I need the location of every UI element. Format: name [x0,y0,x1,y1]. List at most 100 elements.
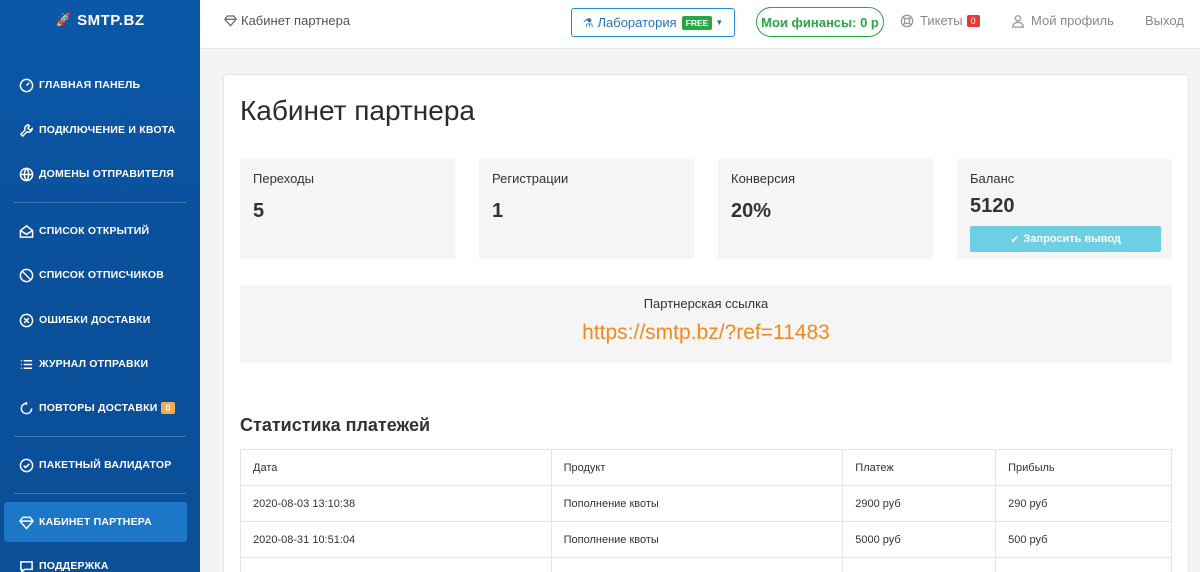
cell-payment: 5000 руб [842,521,997,558]
diamond-icon [18,514,34,530]
lifebuoy-icon [900,14,914,27]
chat-icon [18,558,34,572]
stat-value: 5120 [970,195,1015,217]
flask-icon: ⚗ [582,15,594,30]
sidebar-item-label: Список открытий [39,225,150,237]
retries-badge: 0 [161,402,175,414]
column-header-product: Продукт [550,449,844,486]
gauge-icon [18,77,34,93]
cell-product [550,557,844,572]
profile-link[interactable]: Мой профиль [1011,13,1114,28]
table-row [240,557,1172,572]
refresh-icon [18,400,34,416]
sidebar-item-label: Ошибки доставки [39,314,151,326]
payments-table: Дата Продукт Платеж Прибыль 2020-08-03 1… [240,449,1172,572]
list-icon [18,356,34,372]
x-circle-icon [18,312,34,328]
laboratory-button[interactable]: ⚗ Лаборатория FREE ▼ [571,8,735,37]
sidebar-item-log[interactable]: Журнал отправки [4,344,187,384]
table-header-row: Дата Продукт Платеж Прибыль [240,449,1172,486]
stat-label: Конверсия [731,171,796,186]
column-header-payment: Платеж [842,449,997,486]
rocket-icon: 🚀 [55,12,73,27]
stat-value: 1 [492,200,504,222]
stat-label: Баланс [970,171,1015,186]
stat-clicks: Переходы 5 [240,159,455,259]
cell-product: Пополнение квоты [550,521,844,558]
envelope-open-icon [18,223,34,239]
cell-product: Пополнение квоты [550,485,844,522]
table-row: 2020-08-31 10:51:04 Пополнение квоты 500… [240,521,1172,558]
breadcrumb-label: Кабинет партнера [241,13,351,28]
page-title: Кабинет партнера [240,95,475,126]
wrench-icon [18,122,34,138]
column-header-profit: Прибыль [995,449,1172,486]
sidebar-item-validator[interactable]: Пакетный валидатор [4,445,187,485]
stat-value: 20% [731,200,772,222]
cell-payment: 2900 руб [842,485,997,522]
chevron-down-icon: ▼ [715,18,724,27]
stat-value: 5 [253,200,265,222]
sidebar-item-label: Журнал отправки [39,358,149,370]
cell-payment [842,557,997,572]
sidebar-item-unsubscribes[interactable]: Список отписчиков [4,255,187,295]
stat-label: Переходы [253,171,314,186]
sidebar-item-label: Список отписчиков [39,269,164,281]
brand-logo[interactable]: 🚀 SMTP.BZ [0,0,200,40]
partner-card: Кабинет партнера Переходы 5 Регистрации … [223,74,1189,572]
table-row: 2020-08-03 13:10:38 Пополнение квоты 290… [240,485,1172,522]
sidebar-item-label: Подключение и квота [39,124,176,136]
sidebar: 🚀 SMTP.BZ Главная панель Подключение и к… [0,0,200,572]
finance-button[interactable]: Мои финансы: 0 р [756,7,884,37]
cell-date: 2020-08-31 10:51:04 [240,521,552,558]
sidebar-item-connection[interactable]: Подключение и квота [4,110,187,150]
payments-title: Статистика платежей [240,415,431,435]
diamond-icon [224,15,237,27]
brand-name: SMTP.BZ [77,11,145,29]
sidebar-item-errors[interactable]: Ошибки доставки [4,300,187,340]
tickets-badge: 0 [966,14,980,27]
cell-date: 2020-08-03 13:10:38 [240,485,552,522]
stat-registrations: Регистрации 1 [479,159,694,259]
referral-label: Партнерская ссылка [643,296,769,311]
check-icon: ✔ [1010,233,1020,246]
laboratory-label: Лаборатория [597,15,677,30]
tickets-label: Тикеты [920,13,963,28]
sidebar-item-dashboard[interactable]: Главная панель [4,65,187,105]
stat-conversion: Конверсия 20% [718,159,933,259]
user-icon [1012,14,1024,28]
sidebar-divider [14,202,186,203]
referral-link[interactable]: https://smtp.bz/?ref=11483 [240,321,1172,345]
referral-box: Партнерская ссылка https://smtp.bz/?ref=… [240,285,1172,363]
breadcrumb: Кабинет партнера [224,13,350,28]
withdraw-label: Запросить вывод [1023,233,1121,245]
free-badge: FREE [681,15,713,30]
column-header-date: Дата [240,449,552,486]
sidebar-item-partner[interactable]: Кабинет партнера [4,502,187,542]
check-circle-icon [18,457,34,473]
sidebar-divider [14,436,186,437]
sidebar-item-support[interactable]: Поддержка [4,546,187,572]
sidebar-item-label: Главная панель [39,79,141,91]
sidebar-item-label: Кабинет партнера [39,516,152,528]
tickets-link[interactable]: Тикеты 0 [900,13,980,28]
stat-label: Регистрации [492,171,569,186]
stat-balance: Баланс 5120 ✔ Запросить вывод [957,159,1172,259]
cell-profit [995,557,1172,572]
sidebar-item-label: Повторы доставки [39,402,158,414]
sidebar-divider [14,493,186,494]
globe-icon [18,166,34,182]
sidebar-item-label: Поддержка [39,560,109,572]
sidebar-item-label: Домены отправителя [39,168,175,180]
logout-link[interactable]: Выход [1145,13,1184,28]
ban-icon [18,267,34,283]
sidebar-item-retries[interactable]: Повторы доставки 0 [4,388,187,428]
sidebar-item-domains[interactable]: Домены отправителя [4,154,187,194]
cell-date [240,557,552,572]
profile-label: Мой профиль [1031,13,1114,28]
cell-profit: 290 руб [995,485,1172,522]
withdraw-button[interactable]: ✔ Запросить вывод [970,226,1161,252]
top-bar: Кабинет партнера ⚗ Лаборатория FREE ▼ Мо… [200,0,1200,49]
sidebar-item-label: Пакетный валидатор [39,459,172,471]
sidebar-item-opens[interactable]: Список открытий [4,211,187,251]
